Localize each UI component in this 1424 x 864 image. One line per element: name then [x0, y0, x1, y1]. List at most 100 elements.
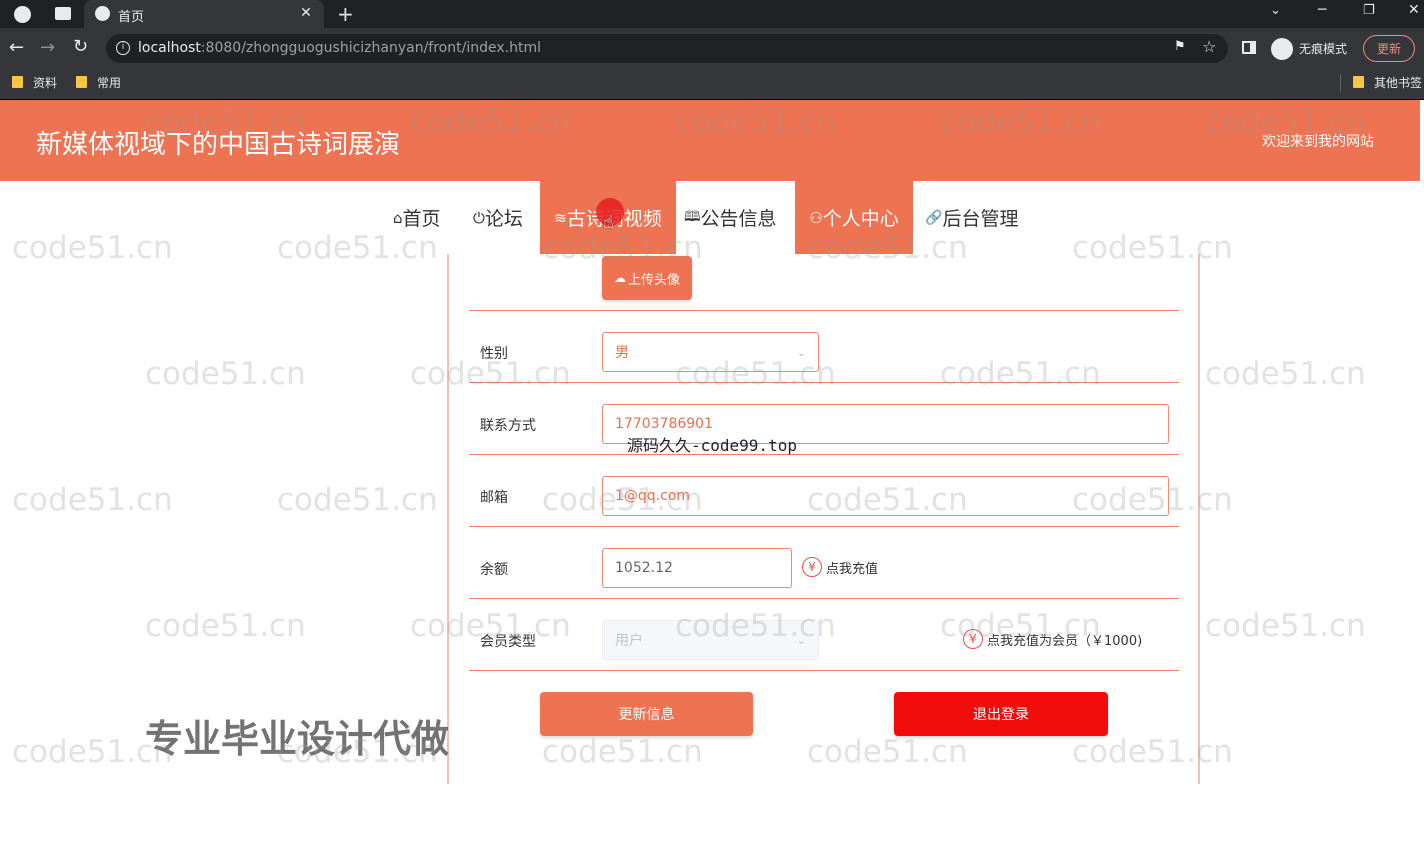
nav-label: 首页 — [402, 208, 441, 230]
gender-label: 性别 — [480, 346, 508, 362]
restore-icon[interactable]: ❐ — [1363, 3, 1375, 18]
incognito-icon — [1271, 38, 1293, 60]
watermark: code51.cn — [145, 608, 306, 644]
site-title: 新媒体视域下的中国古诗词展演 — [36, 130, 401, 160]
side-panel-icon[interactable] — [1242, 41, 1256, 54]
watermark: code51.cn — [1205, 356, 1366, 392]
email-label: 邮箱 — [480, 490, 508, 506]
tab-search-icon[interactable] — [55, 7, 71, 20]
contact-value: 17703786901 — [615, 416, 713, 432]
panel-border-right — [1198, 254, 1200, 784]
ad-overlay-text: 专业毕业设计代做 — [145, 717, 450, 761]
cloud-upload-icon: ☁ — [613, 271, 626, 285]
tab-title: 首页 — [118, 10, 145, 25]
watermark: code51.cn — [1072, 734, 1233, 770]
recharge-label: 点我充值 — [826, 561, 879, 577]
email-input[interactable]: 1@qq.com — [602, 476, 1169, 516]
address-bar[interactable]: i localhost:8080/zhongguogushicizhanyan/… — [106, 34, 1228, 63]
yen-icon: ¥ — [963, 629, 983, 649]
tab-list-icon[interactable]: ⌄ — [1270, 3, 1281, 18]
row-divider — [469, 670, 1179, 671]
contact-label: 联系方式 — [480, 418, 536, 434]
folder-icon — [76, 76, 87, 88]
row-divider — [469, 382, 1179, 383]
panel-border-left — [447, 254, 449, 784]
vip-recharge-link[interactable]: ¥ 点我充值为会员（￥1000) — [963, 629, 1142, 649]
yen-icon: ¥ — [802, 557, 822, 577]
balance-value: 1052.12 — [615, 560, 673, 576]
update-info-button[interactable]: 更新信息 — [540, 692, 753, 736]
nav-label: 后台管理 — [942, 208, 1019, 230]
new-tab-icon[interactable]: + — [337, 2, 354, 26]
watermark: code51.cn — [1205, 608, 1366, 644]
browser-tabstrip: 首页 ✕ + ⌄ ─ ❐ ✕ — [0, 0, 1424, 28]
incognito-label: 无痕模式 — [1299, 42, 1348, 56]
recharge-link[interactable]: ¥ 点我充值 — [802, 557, 878, 577]
other-bookmarks[interactable]: 其他书签 — [1374, 74, 1422, 91]
bookmark-item[interactable]: 资料 — [33, 74, 57, 91]
chevron-down-icon: ⌄ — [796, 633, 806, 647]
watermark: code51.cn — [807, 734, 968, 770]
folder-icon — [12, 76, 23, 88]
balance-label: 余额 — [480, 562, 508, 578]
email-value: 1@qq.com — [615, 488, 691, 504]
url-text: localhost:8080/zhongguogushicizhanyan/fr… — [138, 40, 541, 56]
close-tab-icon[interactable]: ✕ — [296, 3, 316, 23]
nav-announcements[interactable]: 🕮 公告信息 — [684, 181, 790, 254]
watermark: code51.cn — [12, 482, 173, 518]
vip-recharge-label: 点我充值为会员（￥1000) — [987, 633, 1143, 649]
balance-input[interactable]: 1052.12 — [602, 548, 792, 588]
bookmarks-bar: 资料 常用 其他书签 — [0, 69, 1424, 100]
watermark: code51.cn — [277, 482, 438, 518]
member-type-select[interactable]: 用户 ⌄ — [602, 620, 819, 660]
row-divider — [469, 310, 1179, 311]
row-divider — [469, 526, 1179, 527]
upload-avatar-label: 上传头像 — [627, 272, 680, 288]
logout-button[interactable]: 退出登录 — [894, 692, 1108, 736]
nav-label: 个人中心 — [822, 208, 899, 230]
user-icon: ⚇ — [809, 208, 823, 227]
update-info-label: 更新信息 — [618, 707, 675, 723]
main-nav: ⌂ 首页 ⏻ 论坛 ≋ 古诗词视频 🕮 公告信息 ⚇ 个人中心 🔗 后台管理 — [0, 181, 1424, 254]
member-type-label: 会员类型 — [480, 634, 536, 650]
gender-value: 男 — [615, 345, 629, 361]
back-icon[interactable]: ← — [9, 37, 24, 58]
translate-icon[interactable]: ⚑ — [1174, 39, 1186, 54]
hand-cursor-icon: ☝ — [603, 212, 614, 233]
update-label: 更新 — [1376, 42, 1401, 56]
watermark: code51.cn — [145, 356, 306, 392]
update-button[interactable]: 更新 — [1363, 35, 1415, 62]
nav-forum[interactable]: ⏻ 论坛 — [473, 181, 537, 254]
nav-home[interactable]: ⌂ 首页 — [393, 181, 463, 254]
watermark: code51.cn — [940, 356, 1101, 392]
watermark: code51.cn — [542, 734, 703, 770]
nav-label: 公告信息 — [700, 208, 777, 230]
bookmark-item[interactable]: 常用 — [97, 74, 121, 91]
upload-avatar-button[interactable]: ☁ 上传头像 — [602, 256, 692, 300]
link-icon: 🔗 — [925, 209, 943, 226]
browser-tab-home[interactable]: 首页 ✕ — [84, 0, 324, 28]
nav-personal-center[interactable]: ⚇ 个人中心 — [795, 181, 913, 254]
row-divider — [469, 454, 1179, 455]
layers-icon: ≋ — [554, 208, 567, 227]
close-window-icon[interactable]: ✕ — [1408, 2, 1420, 18]
globe-icon — [95, 6, 110, 21]
nav-admin[interactable]: 🔗 后台管理 — [925, 181, 1035, 254]
row-divider — [469, 598, 1179, 599]
bookmarks-divider — [1340, 74, 1341, 92]
forward-icon[interactable]: → — [40, 37, 55, 58]
folder-icon — [1353, 76, 1364, 88]
source-overlay-text: 源码久久-code99.top — [627, 436, 797, 455]
info-icon[interactable]: i — [116, 41, 130, 55]
book-icon: 🕮 — [684, 208, 701, 225]
minimize-icon[interactable]: ─ — [1318, 2, 1326, 18]
chevron-down-icon: ⌄ — [796, 345, 806, 359]
logout-label: 退出登录 — [973, 707, 1029, 723]
bookmark-star-icon[interactable]: ☆ — [1202, 37, 1216, 56]
nav-label: 论坛 — [484, 208, 523, 230]
power-icon: ⏻ — [473, 208, 485, 227]
browser-menu-icon[interactable] — [14, 6, 31, 23]
reload-icon[interactable]: ↻ — [73, 36, 88, 57]
gender-select[interactable]: 男 ⌄ — [602, 332, 819, 372]
welcome-text: 欢迎来到我的网站 — [1262, 134, 1374, 150]
